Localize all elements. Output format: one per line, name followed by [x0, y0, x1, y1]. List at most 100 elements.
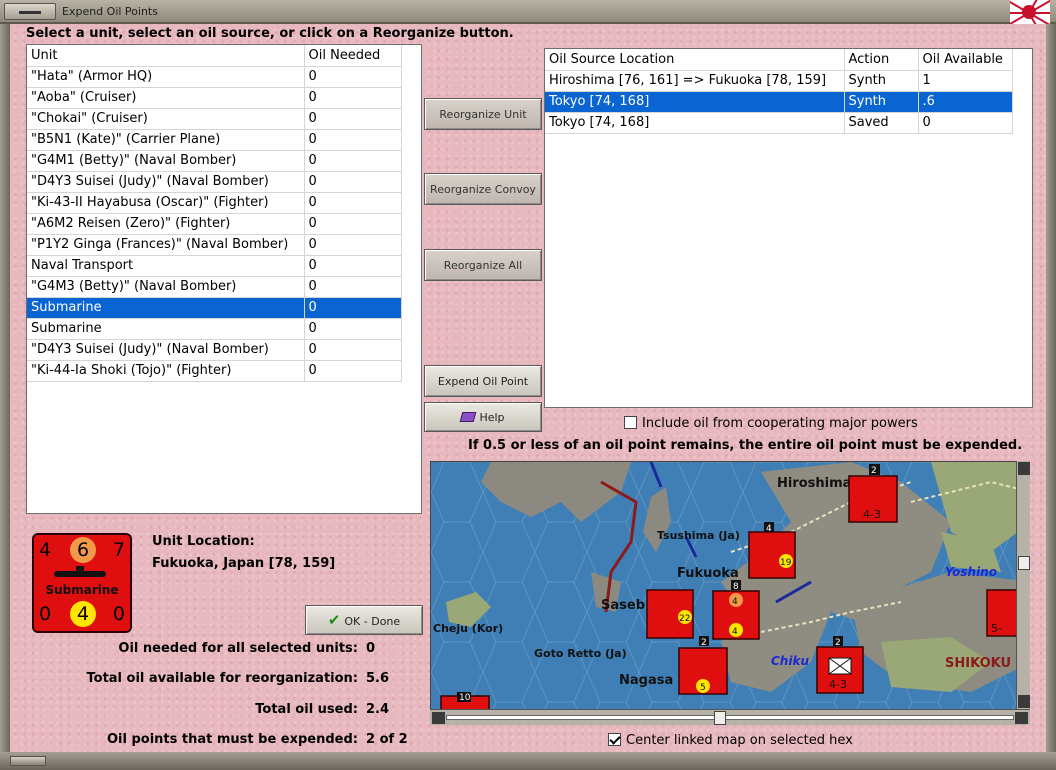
unit-table-row[interactable]: Submarine 0 — [27, 297, 402, 319]
unit-table-row-cell[interactable]: "Ki-43-II Hayabusa (Oscar)" (Fighter) — [27, 192, 305, 214]
unit-table-row-cell[interactable]: 0 — [304, 129, 402, 151]
ok-done-button[interactable]: ✔ OK - Done — [305, 605, 423, 635]
center-map-checkbox-row[interactable]: Center linked map on selected hex — [608, 733, 853, 748]
unit-table-row[interactable]: "G4M1 (Betty)" (Naval Bomber) 0 — [27, 150, 402, 172]
unit-table-row-cell[interactable]: 0 — [304, 255, 402, 277]
oil-table-row-cell[interactable]: Synth — [844, 91, 919, 113]
column-header-oil-source-location[interactable]: Oil Source Location — [545, 49, 845, 71]
oil-table-row[interactable]: Tokyo [74, 168] Synth .6 — [545, 91, 1013, 113]
window-title: Expend Oil Points — [62, 5, 158, 18]
unit-table-row-cell[interactable]: "G4M3 (Betty)" (Naval Bomber) — [27, 276, 305, 298]
unit-table-row-cell[interactable]: 0 — [304, 150, 402, 172]
map-label-yoshino: Yoshino — [945, 565, 997, 579]
oil-table-header: Oil Source Location Action Oil Available — [545, 49, 1013, 71]
oil-table-row[interactable]: Tokyo [74, 168] Saved 0 — [545, 112, 1013, 134]
oil-table-row-cell[interactable]: Tokyo [74, 168] — [545, 91, 845, 113]
map-vertical-scroll-thumb[interactable] — [1018, 556, 1030, 570]
unit-table-row-cell[interactable]: 0 — [304, 297, 402, 319]
unit-table-row-cell[interactable]: 0 — [304, 66, 402, 88]
stat-oil-needed-label: Oil needed for all selected units: — [118, 641, 358, 656]
counter-top-mid-value: 6 — [70, 537, 96, 563]
unit-table-header: Unit Oil Needed — [27, 45, 402, 67]
unit-table-row-cell[interactable]: 0 — [304, 108, 402, 130]
unit-table-row[interactable]: "D4Y3 Suisei (Judy)" (Naval Bomber) 0 — [27, 171, 402, 193]
scroll-left-arrow-icon[interactable] — [432, 712, 445, 724]
unit-table-row-cell[interactable]: 0 — [304, 171, 402, 193]
unit-table-row[interactable]: "Chokai" (Cruiser) 0 — [27, 108, 402, 130]
column-header-oil-needed[interactable]: Oil Needed — [304, 45, 402, 67]
unit-table-row-cell[interactable]: "Aoba" (Cruiser) — [27, 87, 305, 109]
oil-table-row-cell[interactable]: Hiroshima [76, 161] => Fukuoka [78, 159] — [545, 70, 845, 92]
column-header-unit[interactable]: Unit — [27, 45, 305, 67]
unit-table-row-cell[interactable]: Submarine — [27, 297, 305, 319]
unit-table-row-cell[interactable]: 0 — [304, 318, 402, 340]
unit-table-row-cell[interactable]: "G4M1 (Betty)" (Naval Bomber) — [27, 150, 305, 172]
help-book-icon — [460, 411, 477, 422]
unit-table-row[interactable]: "Ki-43-II Hayabusa (Oscar)" (Fighter) 0 — [27, 192, 402, 214]
oil-table-row[interactable]: Hiroshima [76, 161] => Fukuoka [78, 159]… — [545, 70, 1013, 92]
unit-table-row-cell[interactable]: 0 — [304, 339, 402, 361]
resize-grip[interactable] — [10, 756, 46, 766]
unit-table-row-cell[interactable]: "D4Y3 Suisei (Judy)" (Naval Bomber) — [27, 171, 305, 193]
unit-table-row-cell[interactable]: "P1Y2 Ginga (Frances)" (Naval Bomber) — [27, 234, 305, 256]
unit-table-row-cell[interactable]: Submarine — [27, 318, 305, 340]
unit-table-row[interactable]: Submarine 0 — [27, 318, 402, 340]
unit-table-row[interactable]: "A6M2 Reisen (Zero)" (Fighter) 0 — [27, 213, 402, 235]
help-button[interactable]: Help — [424, 402, 542, 432]
unit-table-row-cell[interactable]: "Hata" (Armor HQ) — [27, 66, 305, 88]
unit-table-row[interactable]: "G4M3 (Betty)" (Naval Bomber) 0 — [27, 276, 402, 298]
unit-table-row-cell[interactable]: "A6M2 Reisen (Zero)" (Fighter) — [27, 213, 305, 235]
map-horizontal-scrollbar[interactable] — [430, 709, 1030, 725]
unit-table[interactable]: Unit Oil Needed "Hata" (Armor HQ) 0 "Aoba"… — [26, 44, 422, 514]
unit-table-row[interactable]: "Aoba" (Cruiser) 0 — [27, 87, 402, 109]
map-counter-stack-size: 2 — [871, 466, 877, 476]
oil-table-row-cell[interactable]: 1 — [918, 70, 1013, 92]
reorganize-all-button[interactable]: Reorganize All — [424, 249, 542, 281]
scroll-right-arrow-icon[interactable] — [1015, 712, 1028, 724]
unit-table-row-cell[interactable]: 0 — [304, 192, 402, 214]
oil-table-row-cell[interactable]: Saved — [844, 112, 919, 134]
unit-table-row-cell[interactable]: 0 — [304, 87, 402, 109]
reorganize-unit-button[interactable]: Reorganize Unit — [424, 98, 542, 130]
column-header-oil-available[interactable]: Oil Available — [918, 49, 1013, 71]
map-canvas[interactable]: Hiroshima Tsushima (Ja) Fukuoka Saseb Ch… — [431, 462, 1030, 725]
help-button-label: Help — [479, 410, 505, 424]
scroll-up-arrow-icon[interactable] — [1018, 462, 1030, 475]
include-oil-checkbox-row[interactable]: Include oil from cooperating major power… — [624, 416, 918, 431]
expend-oil-point-button[interactable]: Expend Oil Point — [424, 365, 542, 397]
stat-oil-needed-value: 0 — [366, 641, 376, 656]
window-menu-button[interactable] — [4, 3, 56, 20]
map-counter-strength: 5- — [991, 622, 1002, 635]
unit-table-row[interactable]: "B5N1 (Kate)" (Carrier Plane) 0 — [27, 129, 402, 151]
map-horizontal-scroll-track[interactable] — [446, 715, 1014, 720]
unit-table-row-cell[interactable]: "B5N1 (Kate)" (Carrier Plane) — [27, 129, 305, 151]
unit-table-row[interactable]: "P1Y2 Ginga (Frances)" (Naval Bomber) 0 — [27, 234, 402, 256]
linked-map[interactable]: Hiroshima Tsushima (Ja) Fukuoka Saseb Ch… — [430, 461, 1030, 725]
oil-table-row-cell[interactable]: Synth — [844, 70, 919, 92]
unit-table-row-cell[interactable]: "Chokai" (Cruiser) — [27, 108, 305, 130]
unit-table-row[interactable]: Naval Transport 0 — [27, 255, 402, 277]
unit-table-row-cell[interactable]: Naval Transport — [27, 255, 305, 277]
oil-source-table[interactable]: Oil Source Location Action Oil Available… — [544, 48, 1033, 408]
unit-table-row[interactable]: "D4Y3 Suisei (Judy)" (Naval Bomber) 0 — [27, 339, 402, 361]
unit-table-row-cell[interactable]: "D4Y3 Suisei (Judy)" (Naval Bomber) — [27, 339, 305, 361]
unit-table-row-cell[interactable]: "Ki-44-Ia Shoki (Tojo)" (Fighter) — [27, 360, 305, 382]
scroll-down-arrow-icon[interactable] — [1018, 695, 1030, 708]
include-oil-checkbox[interactable] — [624, 416, 637, 429]
map-horizontal-scroll-thumb[interactable] — [714, 711, 726, 725]
unit-table-row[interactable]: "Ki-44-Ia Shoki (Tojo)" (Fighter) 0 — [27, 360, 402, 382]
unit-table-row-cell[interactable]: 0 — [304, 276, 402, 298]
unit-table-row[interactable]: "Hata" (Armor HQ) 0 — [27, 66, 402, 88]
oil-table-row-cell[interactable]: 0 — [918, 112, 1013, 134]
unit-table-row-cell[interactable]: 0 — [304, 234, 402, 256]
map-vertical-scrollbar[interactable] — [1016, 461, 1030, 709]
reorganize-convoy-button[interactable]: Reorganize Convoy — [424, 173, 542, 205]
map-unit-counter-g4m1[interactable]: 22 — [646, 589, 694, 639]
column-header-action[interactable]: Action — [844, 49, 919, 71]
oil-table-row-cell[interactable]: Tokyo [74, 168] — [545, 112, 845, 134]
oil-table-row-cell[interactable]: .6 — [918, 91, 1013, 113]
center-map-checkbox[interactable] — [608, 733, 621, 746]
map-counter-range: 5 — [700, 683, 706, 693]
unit-table-row-cell[interactable]: 0 — [304, 213, 402, 235]
unit-table-row-cell[interactable]: 0 — [304, 360, 402, 382]
